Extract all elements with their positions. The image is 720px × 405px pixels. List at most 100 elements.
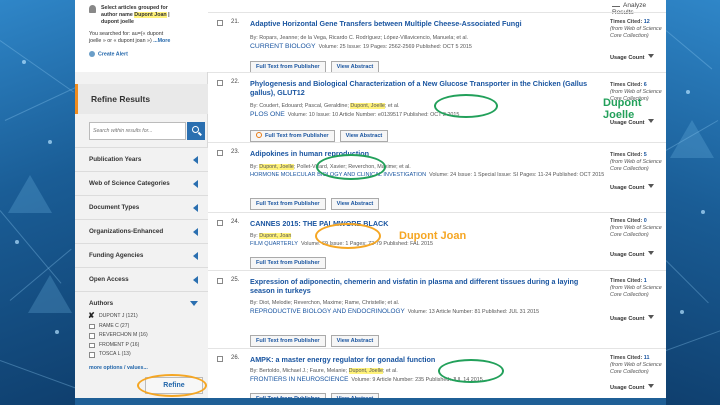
- record-checkbox[interactable]: [217, 150, 223, 156]
- search-within-input[interactable]: [89, 122, 186, 140]
- times-cited-line: Times Cited: 11: [610, 355, 666, 362]
- times-cited-line: Times Cited: 5: [610, 152, 666, 159]
- grouping-note-text: author name: [101, 12, 135, 18]
- facet-document-types[interactable]: Document Types: [75, 195, 208, 219]
- times-cited: Times Cited: 5 (from Web of Science Core…: [610, 152, 666, 173]
- record-journal[interactable]: FRONTIERS IN NEUROSCIENCE: [250, 376, 348, 383]
- checkbox[interactable]: [89, 333, 95, 339]
- times-cited-count[interactable]: 11: [644, 355, 650, 361]
- facet-authors-header[interactable]: Authors: [75, 292, 208, 307]
- record-title[interactable]: AMPK: a master energy regulator for gona…: [250, 355, 596, 364]
- search-summary: Select articles grouped for author name …: [75, 0, 208, 72]
- record-authors: By: Diot, Melodie; Reverchon, Maxime; Ra…: [250, 300, 400, 306]
- more-options-link[interactable]: more options / values...: [75, 360, 208, 371]
- record-title[interactable]: Phylogenesis and Biological Characteriza…: [250, 79, 596, 98]
- record-checkbox[interactable]: [217, 220, 223, 226]
- author-option[interactable]: FROMENT P (16): [75, 341, 208, 351]
- record-actions: Full Text from Publisher View Abstract: [250, 192, 384, 210]
- facet-funding-agencies[interactable]: Funding Agencies: [75, 243, 208, 267]
- highlighted-author: Dupont, Joelle: [350, 103, 385, 109]
- result-record: 26. AMPK: a master energy regulator for …: [208, 348, 666, 398]
- highlighted-author: Dupont, Joelle: [348, 368, 384, 374]
- full-text-button[interactable]: Full Text from Publisher: [250, 335, 326, 347]
- checkbox[interactable]: [89, 352, 95, 358]
- chevron-left-icon: [193, 252, 198, 260]
- search-within-results: [89, 122, 205, 140]
- record-title[interactable]: CANNES 2015: THE PALMWORE BLACK: [250, 219, 596, 228]
- view-abstract-button[interactable]: View Abstract: [339, 130, 389, 142]
- create-alert-link[interactable]: Create Alert: [89, 51, 202, 58]
- record-title[interactable]: Adaptive Horizontal Gene Transfers betwe…: [250, 19, 596, 28]
- record-authors: By:: [250, 164, 260, 170]
- more-link[interactable]: ...More: [153, 38, 170, 44]
- usage-count-dropdown[interactable]: Usage Count: [610, 251, 654, 258]
- times-cited-label: Times Cited:: [610, 218, 644, 224]
- times-cited-line: Times Cited: 1: [610, 278, 666, 285]
- times-cited: Times Cited: 12 (from Web of Science Cor…: [610, 19, 666, 40]
- record-actions: Full Text from Publisher View Abstract: [250, 124, 393, 142]
- record-checkbox[interactable]: [217, 278, 223, 284]
- facet-publication-years[interactable]: Publication Years: [75, 147, 208, 171]
- record-title[interactable]: Expression of adiponectin, chemerin and …: [250, 277, 596, 296]
- record-journal[interactable]: PLOS ONE: [250, 111, 285, 118]
- results-list: Analyze Results 21. Adaptive Horizontal …: [208, 0, 666, 398]
- times-cited-line: Times Cited: 6: [610, 82, 666, 89]
- search-within-button[interactable]: [187, 122, 205, 140]
- author-option-label: DUPONT J (121): [99, 313, 138, 319]
- record-journal[interactable]: CURRENT BIOLOGY: [250, 43, 316, 50]
- record-details: Volume: 13 Article Number: 81 Published:…: [407, 308, 540, 315]
- view-abstract-button[interactable]: View Abstract: [330, 198, 380, 210]
- view-abstract-button[interactable]: View Abstract: [330, 393, 380, 398]
- facet-wos-categories[interactable]: Web of Science Categories: [75, 171, 208, 195]
- times-cited-count[interactable]: 1: [644, 278, 647, 284]
- times-cited-count[interactable]: 12: [644, 19, 650, 25]
- record-actions: Full Text from Publisher View Abstract: [250, 329, 384, 347]
- times-cited-source: (from Web of Science Core Collection): [610, 159, 662, 172]
- checkbox[interactable]: [89, 323, 95, 330]
- full-text-button[interactable]: Full Text from Publisher: [250, 130, 335, 142]
- author-option[interactable]: TOSCA L (13): [75, 350, 208, 360]
- times-cited-count[interactable]: 5: [644, 152, 647, 158]
- times-cited-count[interactable]: 6: [644, 82, 647, 88]
- times-cited: Times Cited: 1 (from Web of Science Core…: [610, 278, 666, 299]
- record-checkbox[interactable]: [217, 80, 223, 86]
- full-text-label: Full Text from Publisher: [265, 133, 329, 139]
- record-journal[interactable]: REPRODUCTIVE BIOLOGY AND ENDOCRINOLOGY: [250, 308, 405, 315]
- grouping-note-line: dupont joelle: [101, 19, 134, 25]
- author-option-label: RAME C (27): [99, 322, 130, 329]
- times-cited-count[interactable]: 0: [644, 218, 647, 224]
- usage-count-label: Usage Count: [610, 55, 645, 61]
- full-text-button[interactable]: Full Text from Publisher: [250, 393, 326, 398]
- usage-count-dropdown[interactable]: Usage Count: [610, 384, 654, 391]
- open-access-icon: [256, 132, 262, 138]
- result-record: 21. Adaptive Horizontal Gene Transfers b…: [208, 12, 666, 73]
- times-cited-label: Times Cited:: [610, 355, 644, 361]
- checkbox[interactable]: [89, 342, 95, 349]
- facet-organizations[interactable]: Organizations-Enhanced: [75, 219, 208, 243]
- usage-count-dropdown[interactable]: Usage Count: [610, 315, 654, 322]
- full-text-button[interactable]: Full Text from Publisher: [250, 257, 326, 269]
- author-option[interactable]: ✘ DUPONT J (121): [75, 312, 208, 322]
- refine-highlight-circle: [137, 374, 207, 397]
- view-abstract-button[interactable]: View Abstract: [330, 335, 380, 347]
- usage-count-dropdown[interactable]: Usage Count: [610, 54, 654, 61]
- record-title[interactable]: Adipokines in human reproduction: [250, 149, 596, 158]
- highlighted-author: Dupont, Joelle: [259, 164, 294, 170]
- record-number: 23.: [231, 149, 240, 155]
- author-option[interactable]: RAME C (27): [75, 322, 208, 332]
- record-checkbox[interactable]: [217, 20, 223, 26]
- caret-down-icon: [647, 184, 654, 188]
- caret-down-icon: [647, 315, 654, 319]
- record-journal[interactable]: FILM QUARTERLY: [250, 241, 298, 247]
- author-option[interactable]: REVERCHON M (16): [75, 331, 208, 341]
- record-authors: ; et al.: [384, 103, 400, 109]
- record-meta: By: Ropars, Jeanne; de la Vega, Ricardo …: [250, 35, 605, 51]
- full-text-button[interactable]: Full Text from Publisher: [250, 198, 326, 210]
- searched-for-line: joelle » or « dupont joan ») ...More: [89, 38, 202, 45]
- checked-icon: ✘: [88, 311, 95, 320]
- record-checkbox[interactable]: [217, 356, 223, 362]
- facet-label: Open Access: [89, 276, 129, 283]
- facet-open-access[interactable]: Open Access: [75, 267, 208, 291]
- usage-count-dropdown[interactable]: Usage Count: [610, 184, 654, 191]
- refine-results-title: Refine Results: [75, 84, 208, 114]
